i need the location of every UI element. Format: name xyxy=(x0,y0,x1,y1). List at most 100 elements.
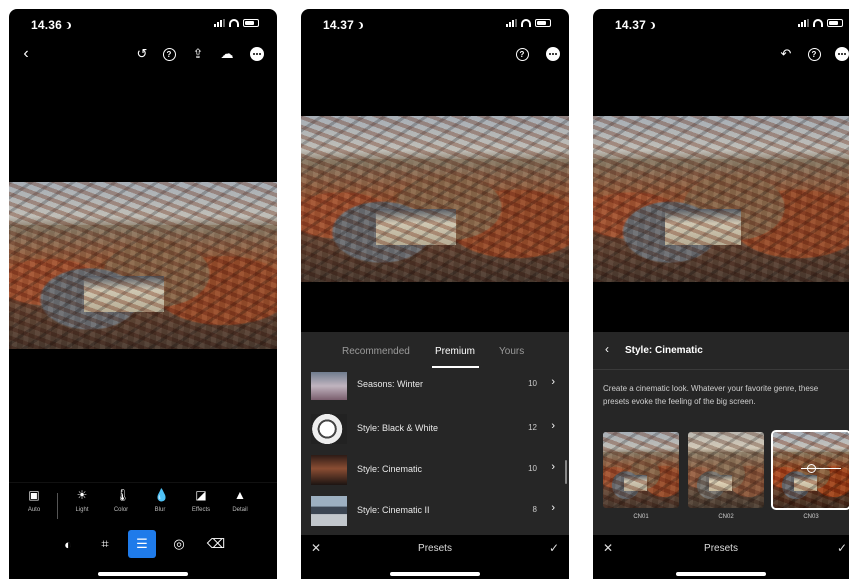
help-icon[interactable]: ? xyxy=(160,45,178,63)
wifi-icon xyxy=(229,19,239,27)
preset-group-panel: ‹ Style: Cinematic Create a cinematic lo… xyxy=(593,332,849,535)
group-header: ‹ Style: Cinematic xyxy=(593,332,849,370)
phone-screen-edit: 14.36 ‹ ↺ ? ⇪ ☁ ▣ Auto ☀ Light 🌡 Color 💧 Blu… xyxy=(9,9,277,579)
moon-icon xyxy=(356,22,363,29)
chevron-right-icon: › xyxy=(551,461,555,473)
group-title: Style: Cinematic xyxy=(625,345,703,356)
tool-light[interactable]: ☀ Light xyxy=(65,489,99,513)
status-bar: 14.37 xyxy=(593,9,849,39)
triangle-icon: ▲ xyxy=(234,488,246,502)
home-indicator xyxy=(676,572,766,576)
tab-recommended[interactable]: Recommended xyxy=(342,346,410,357)
tool-auto[interactable]: ▣ Auto xyxy=(17,489,51,513)
undo-icon[interactable]: ↶ xyxy=(777,45,795,63)
preset-group-name: Seasons: Winter xyxy=(357,379,424,389)
moon-icon xyxy=(64,22,71,29)
tool-divider xyxy=(57,493,58,519)
battery-icon xyxy=(243,19,259,27)
status-time: 14.37 xyxy=(323,18,363,32)
more-icon[interactable] xyxy=(544,45,562,63)
more-icon[interactable] xyxy=(833,45,849,63)
edit-toolbar: ‹ ↺ ? ⇪ ☁ xyxy=(9,45,277,71)
share-icon[interactable]: ⇪ xyxy=(189,45,207,63)
crop-icon[interactable]: ⌗ xyxy=(91,530,119,558)
preset-label: CN01 xyxy=(633,514,649,520)
status-time: 14.36 xyxy=(31,18,71,32)
back-chevron-icon[interactable]: ‹ xyxy=(17,45,35,63)
mode-switcher: ◐ ⌗ ☰ ◎ ⌫ xyxy=(9,530,277,560)
status-bar: 14.36 xyxy=(9,9,277,39)
preset-group-name: Style: Cinematic xyxy=(357,464,423,474)
eraser-icon[interactable]: ⌫ xyxy=(202,530,230,558)
preset-thumb-cn03[interactable] xyxy=(771,430,849,510)
home-indicator xyxy=(390,572,480,576)
signal-icon xyxy=(214,19,225,27)
preset-group-name: Style: Cinematic II xyxy=(357,505,430,515)
photo-canvas[interactable] xyxy=(593,116,849,282)
group-toolbar: ↶ ? xyxy=(593,45,849,71)
photo-canvas[interactable] xyxy=(9,182,277,349)
presets-bottom-bar: ✕ Presets ✓ xyxy=(593,535,849,565)
list-item[interactable]: Seasons: Winter 10 › xyxy=(301,372,569,405)
preset-thumbnail xyxy=(311,496,347,526)
presets-icon[interactable]: ◐ xyxy=(54,530,82,558)
chevron-right-icon: › xyxy=(551,502,555,514)
preset-count: 8 xyxy=(532,505,537,514)
help-icon[interactable]: ? xyxy=(805,45,823,63)
preset-label: CN02 xyxy=(718,514,734,520)
photo-canvas[interactable] xyxy=(301,116,569,282)
tab-premium[interactable]: Premium xyxy=(435,346,475,357)
panel-title: Presets xyxy=(704,543,738,554)
preset-thumb-cn02[interactable] xyxy=(688,432,764,508)
effects-icon: ◪ xyxy=(195,488,207,502)
preset-group-name: Style: Black & White xyxy=(357,423,439,433)
tool-detail[interactable]: ▲ Detail xyxy=(223,489,257,513)
check-icon[interactable]: ✓ xyxy=(549,541,559,555)
status-bar: 14.37 xyxy=(301,9,569,39)
list-item[interactable]: Style: Black & White 12 › xyxy=(301,412,569,452)
thermometer-icon: 🌡 xyxy=(115,488,131,502)
preset-tabs: Recommended Premium Yours xyxy=(301,332,569,372)
scrollbar[interactable] xyxy=(565,460,567,484)
battery-icon xyxy=(535,19,551,27)
sun-icon: ☀ xyxy=(76,488,88,502)
panel-title: Presets xyxy=(418,543,452,554)
preset-thumbnail xyxy=(311,414,347,444)
preset-thumbnail xyxy=(311,372,347,400)
signal-icon xyxy=(798,19,809,27)
help-icon[interactable]: ? xyxy=(513,45,531,63)
adjust-tools-strip: ▣ Auto ☀ Light 🌡 Color 💧 Blur ◪ Effects ▲ Deta… xyxy=(9,482,277,527)
active-tab-indicator xyxy=(432,366,479,368)
wifi-icon xyxy=(813,19,823,27)
group-description: Create a cinematic look. Whatever your f… xyxy=(603,384,819,406)
preset-label: CN03 xyxy=(803,514,819,520)
tool-color[interactable]: 🌡 Color xyxy=(104,489,138,513)
preset-thumb-cn01[interactable] xyxy=(603,432,679,508)
status-time: 14.37 xyxy=(615,18,655,32)
adjust-icon[interactable]: ☰ xyxy=(128,530,156,558)
tool-blur[interactable]: 💧 Blur xyxy=(143,489,177,513)
tab-yours[interactable]: Yours xyxy=(499,346,524,357)
wifi-icon xyxy=(521,19,531,27)
home-indicator xyxy=(98,572,188,576)
chevron-right-icon: › xyxy=(551,376,555,388)
more-icon[interactable] xyxy=(248,45,266,63)
drop-icon: 💧 xyxy=(154,488,169,502)
signal-icon xyxy=(506,19,517,27)
preset-thumbnail xyxy=(311,455,347,485)
presets-panel: Recommended Premium Yours Seasons: Winte… xyxy=(301,332,569,535)
list-item[interactable]: Style: Cinematic 10 › xyxy=(301,453,569,493)
slider-knob[interactable] xyxy=(807,464,816,473)
preset-count: 10 xyxy=(528,464,537,473)
phone-screen-preset-group: 14.37 ↶ ? ‹ Style: Cinematic Create a ci… xyxy=(593,9,849,579)
back-chevron-icon[interactable]: ‹ xyxy=(605,342,609,356)
tool-effects[interactable]: ◪ Effects xyxy=(184,489,218,513)
list-item[interactable]: Style: Cinematic II 8 › xyxy=(301,494,569,534)
cloud-sync-icon[interactable]: ☁ xyxy=(218,45,236,63)
battery-icon xyxy=(827,19,843,27)
check-icon[interactable]: ✓ xyxy=(837,541,847,555)
phone-screen-presets: 14.37 ? Recommended Premium Yours Season… xyxy=(301,9,569,579)
mask-icon[interactable]: ◎ xyxy=(165,530,193,558)
history-icon[interactable]: ↺ xyxy=(133,45,151,63)
preset-count: 12 xyxy=(528,423,537,432)
